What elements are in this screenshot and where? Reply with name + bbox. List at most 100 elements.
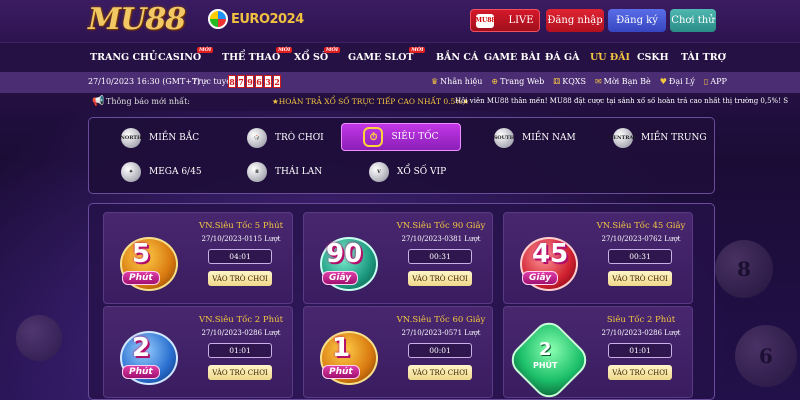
trial-button[interactable]: Chơi thử	[670, 9, 716, 32]
category-label: TRÒ CHƠI	[275, 133, 324, 143]
mu88-logo[interactable]: MU88	[88, 2, 186, 37]
link-label: KQXS	[562, 77, 586, 86]
category-north[interactable]: NORTH MIỀN BẮC	[120, 128, 199, 148]
game-card[interactable]: 2 PHÚT Siêu Tốc 2 Phút 27/10/2023-0286 L…	[503, 306, 693, 400]
nav-label: ƯU ĐÃI	[590, 52, 630, 63]
chat-icon: ✉	[594, 77, 602, 86]
game-card[interactable]: 5 Phút VN.Siêu Tốc 5 Phút 27/10/2023-011…	[103, 212, 293, 304]
link-website[interactable]: ⊕ Trang Web	[491, 77, 544, 86]
game-round: 27/10/2023-0571 Lượt	[401, 329, 481, 337]
game-thumbnail: 5 Phút	[114, 231, 186, 293]
megaphone-icon: 📢	[92, 96, 105, 107]
game-title: VN.Siêu Tốc 60 Giây	[396, 315, 486, 325]
server-datetime: 27/10/2023 16:30 (GMT+7)	[88, 77, 201, 86]
game-card[interactable]: 2 Phút VN.Siêu Tốc 2 Phút 27/10/2023-028…	[103, 306, 293, 398]
link-label: Trang Web	[500, 77, 545, 86]
notice-highlight[interactable]: ★HOÀN TRẢ XỔ SỐ TRỰC TIẾP CAO NHẤT 0.5%★	[272, 97, 469, 106]
new-badge: MỚI	[196, 47, 214, 53]
category-vip[interactable]: V XỔ SỐ VIP	[369, 162, 446, 182]
euro-label: EURO2024	[231, 11, 304, 27]
category-south[interactable]: SOUTH MIỀN NAM	[494, 128, 576, 148]
new-badge: MỚI	[323, 47, 341, 53]
game-unit-tag: Phút	[122, 271, 160, 285]
lottery-category-panel: NORTH MIỀN BẮC 🎲 TRÒ CHƠI ⏱ SIÊU TỐC SOU…	[88, 117, 715, 194]
nav-item-promotions[interactable]: ƯU ĐÃI	[590, 52, 630, 63]
nav-item-home[interactable]: TRANG CHỦ	[90, 52, 157, 63]
game-title: Siêu Tốc 2 Phút	[606, 315, 676, 325]
vip-icon: V	[369, 162, 389, 182]
play-button[interactable]: VÀO TRÒ CHƠI	[408, 271, 472, 286]
lottery-ball-decoration	[16, 315, 62, 361]
nav-item-casino[interactable]: CASINO MỚI	[158, 47, 214, 63]
handshake-icon: ♥	[659, 77, 667, 86]
game-number: 1	[332, 333, 351, 363]
play-button[interactable]: VÀO TRÒ CHƠI	[208, 365, 272, 380]
nav-label: XỔ SỐ	[294, 52, 329, 63]
category-super-speed[interactable]: ⏱ SIÊU TỐC	[341, 123, 461, 151]
nav-item-support[interactable]: CSKH	[637, 52, 669, 63]
game-number: 2	[539, 339, 552, 360]
category-thailand[interactable]: 8 THÁI LAN	[247, 162, 322, 182]
link-app[interactable]: ▯ APP	[704, 77, 727, 86]
game-card[interactable]: 1 Phút VN.Siêu Tốc 60 Giây 27/10/2023-05…	[303, 306, 493, 398]
game-number: 5	[132, 239, 151, 269]
new-badge: MỚI	[409, 47, 426, 53]
game-unit-tag: Phút	[322, 365, 360, 379]
play-button[interactable]: VÀO TRÒ CHƠI	[608, 365, 672, 380]
nav-item-game-slot[interactable]: GAME SLOT MỚI	[348, 47, 426, 63]
nav-item-sports[interactable]: THỂ THAO MỚI	[222, 47, 293, 63]
notice-label: Thông báo mới nhất:	[106, 97, 190, 106]
register-button[interactable]: Đăng ký	[608, 9, 666, 32]
lottery-ball-decoration: 8	[715, 240, 773, 298]
south-icon: SOUTH	[494, 128, 514, 148]
central-icon: CENTRAL	[609, 128, 637, 148]
countdown-timer: 04:01	[208, 249, 272, 264]
notice-text[interactable]: Hội viên MU88 thân mến! MU88 đặt cược tạ…	[455, 97, 800, 105]
link-invite[interactable]: ✉ Mời Bạn Bè	[595, 77, 651, 86]
countdown-timer: 00:31	[608, 249, 672, 264]
link-label: Mời Bạn Bè	[603, 77, 651, 86]
online-digit: 7	[237, 75, 245, 88]
nav-label: TÀI TRỢ	[681, 52, 726, 63]
game-round: 27/10/2023-0381 Lượt	[401, 235, 481, 243]
game-number: 45	[532, 239, 569, 269]
category-label: MEGA 6/45	[149, 167, 202, 177]
play-button[interactable]: VÀO TRÒ CHƠI	[408, 365, 472, 380]
nav-label: THỂ THAO	[222, 52, 281, 63]
site-header: MU88 EURO2024 MU88 LIVE Đăng nhập Đăng k…	[0, 0, 800, 42]
nav-item-sponsor[interactable]: TÀI TRỢ	[681, 52, 726, 63]
category-games[interactable]: 🎲 TRÒ CHƠI	[247, 128, 324, 148]
online-digit: 9	[246, 75, 254, 88]
game-thumbnail: 45 Giây	[514, 231, 586, 293]
category-label: SIÊU TỐC	[391, 132, 439, 142]
play-button[interactable]: VÀO TRÒ CHƠI	[608, 271, 672, 286]
game-number: 2	[132, 333, 151, 363]
link-agent[interactable]: ♥ Đại Lý	[660, 77, 695, 86]
category-label: THÁI LAN	[275, 167, 323, 177]
game-round: 27/10/2023-0115 Lượt	[201, 235, 281, 243]
notice-bar: 📢 Thông báo mới nhất: ★HOÀN TRẢ XỔ SỐ TR…	[0, 93, 800, 111]
euro2024-logo: EURO2024	[208, 9, 304, 29]
play-button[interactable]: VÀO TRÒ CHƠI	[208, 271, 272, 286]
nav-item-card-games[interactable]: GAME BÀI	[484, 52, 540, 63]
online-digit: 6	[255, 75, 263, 88]
game-thumbnail: 90 Giây	[314, 231, 386, 293]
nav-item-lottery[interactable]: XỔ SỐ MỚI	[294, 47, 341, 63]
link-results[interactable]: ⚅ KQXS	[553, 77, 586, 86]
game-unit-tag: Giây	[522, 271, 559, 285]
link-label: Đại Lý	[668, 77, 695, 86]
nav-label: TRANG CHỦ	[90, 52, 158, 63]
category-mega[interactable]: ✦ MEGA 6/45	[121, 162, 202, 182]
game-card[interactable]: 90 Giây VN.Siêu Tốc 90 Giây 27/10/2023-0…	[303, 212, 493, 304]
nav-item-fishing[interactable]: BẮN CÁ	[436, 52, 478, 63]
live-button[interactable]: MU88 LIVE	[470, 9, 540, 32]
countdown-timer: 01:01	[608, 343, 672, 358]
login-button[interactable]: Đăng nhập	[546, 9, 604, 32]
nav-label: GAME SLOT	[348, 52, 414, 63]
live-label: LIVE	[508, 15, 534, 26]
link-brand[interactable]: ♛ Nhãn hiệu	[431, 77, 482, 86]
game-card[interactable]: 45 Giây VN.Siêu Tốc 45 Giây 27/10/2023-0…	[503, 212, 693, 304]
nav-item-cockfight[interactable]: ĐÁ GÀ	[545, 52, 579, 63]
game-thumbnail: 1 Phút	[314, 325, 386, 387]
category-central[interactable]: CENTRAL MIỀN TRUNG	[609, 128, 707, 148]
